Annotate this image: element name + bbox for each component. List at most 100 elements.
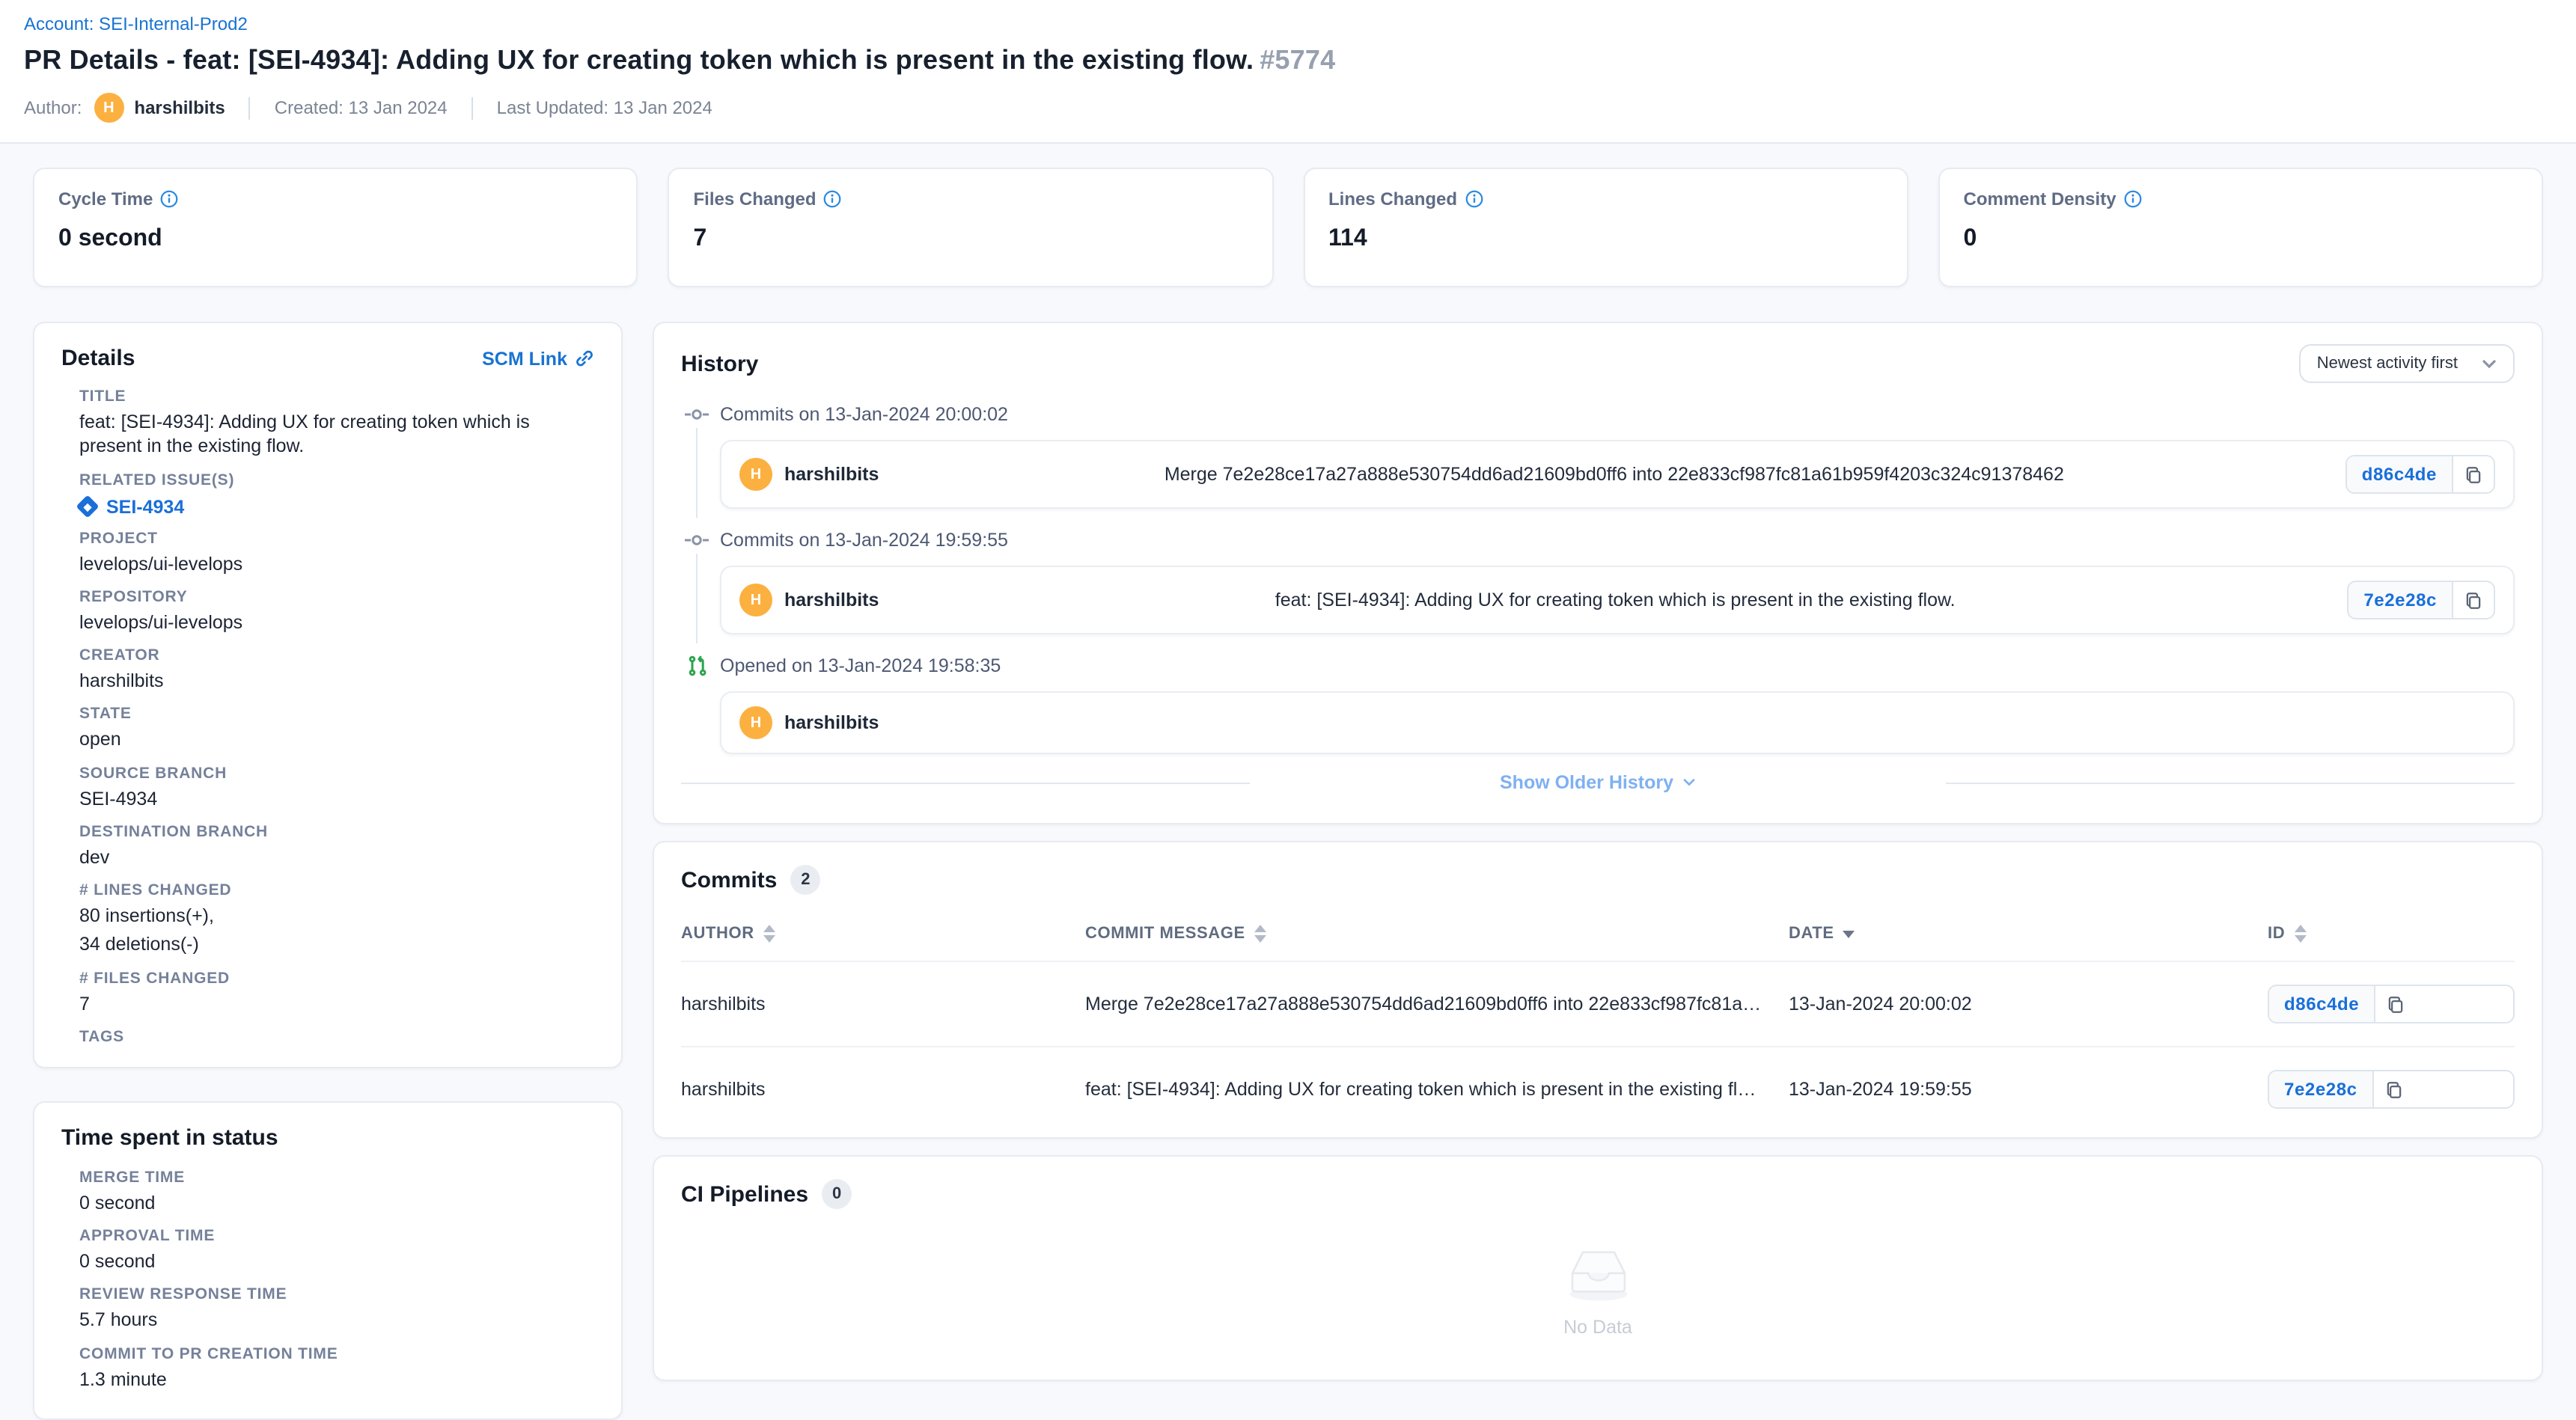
empty-state: No Data — [681, 1218, 2515, 1353]
commits-heading: Commits — [681, 867, 777, 893]
commit-author-name: harshilbits — [784, 590, 879, 610]
avatar: H — [739, 706, 772, 739]
time-in-status-card: Time spent in status MERGE TIME 0 second… — [33, 1101, 623, 1420]
copy-icon[interactable] — [2452, 456, 2494, 492]
commit-hash-button[interactable]: d86c4de — [2347, 456, 2452, 492]
commit-hash-group: 7e2e28c — [2347, 581, 2495, 619]
commit-message: Merge 7e2e28ce17a27a888e530754dd6ad21609… — [901, 464, 2328, 485]
commit-hash-button[interactable]: 7e2e28c — [2348, 582, 2452, 618]
commits-count-badge: 2 — [790, 865, 820, 895]
metric-card-files-changed: Files Changed 7 — [668, 168, 1274, 287]
cell-date: 13-Jan-2024 19:59:55 — [1789, 1079, 2268, 1100]
metric-value: 114 — [1328, 226, 1883, 253]
timeline-entry: Commits on 13-Jan-2024 19:59:55 H harshi… — [684, 527, 2515, 634]
cell-date: 13-Jan-2024 20:00:02 — [1789, 994, 2268, 1014]
divider — [681, 782, 1250, 783]
metric-label-row: Lines Changed — [1328, 189, 1883, 209]
detail-field-repository: REPOSITORY levelops/ui-levelops — [79, 588, 594, 635]
show-older-history-link[interactable]: Show Older History — [1500, 772, 1696, 793]
metric-value: 0 — [1964, 226, 2518, 253]
author-avatar: H — [94, 93, 123, 123]
metric-card-lines-changed: Lines Changed 114 — [1303, 168, 1908, 287]
cell-author: harshilbits — [681, 994, 1085, 1014]
metric-label: Lines Changed — [1328, 189, 1457, 209]
metric-label-row: Cycle Time — [58, 189, 613, 209]
pr-number: #5774 — [1260, 45, 1335, 75]
left-column: Details SCM Link TITLE feat: [SEI-4934]:… — [33, 322, 623, 1420]
time-in-status-heading: Time spent in status — [61, 1125, 594, 1151]
commit-author: H harshilbits — [739, 584, 883, 616]
commit-hash-button[interactable]: d86c4de — [2269, 986, 2374, 1022]
column-header-commit-message[interactable]: COMMIT MESSAGE — [1085, 925, 1789, 943]
info-icon[interactable] — [2124, 190, 2142, 208]
history-card: History Newest activity first Commits on… — [653, 322, 2543, 824]
page-title: PR Details - feat: [SEI-4934]: Adding UX… — [24, 45, 2552, 76]
column-header-id[interactable]: ID — [2268, 925, 2515, 943]
commit-author-name: harshilbits — [784, 464, 879, 485]
detail-field-lines-changed: # LINES CHANGED 80 insertions(+), 34 del… — [79, 881, 594, 957]
divider — [249, 97, 251, 119]
detail-field-state: STATE open — [79, 706, 594, 753]
info-icon[interactable] — [160, 190, 178, 208]
sort-carets-icon — [763, 925, 775, 943]
scm-link[interactable]: SCM Link — [482, 348, 594, 369]
sort-desc-icon — [1843, 930, 1855, 937]
metric-value: 7 — [694, 226, 1248, 253]
status-field-merge-time: MERGE TIME 0 second — [79, 1169, 594, 1216]
chevron-down-icon — [1682, 778, 1696, 787]
cell-commit-message: Merge 7e2e28ce17a27a888e530754dd6ad21609… — [1085, 994, 1789, 1014]
diamond-icon — [76, 495, 99, 518]
column-header-author[interactable]: AUTHOR — [681, 925, 1085, 943]
table-row: harshilbits feat: [SEI-4934]: Adding UX … — [681, 1046, 2515, 1131]
main-content: Cycle Time 0 second Files Changed 7 Line… — [0, 144, 2576, 1420]
account-breadcrumb-link[interactable]: Account: SEI-Internal-Prod2 — [24, 13, 248, 34]
sort-dropdown-label: Newest activity first — [2317, 355, 2458, 373]
empty-state-label: No Data — [1563, 1317, 1632, 1338]
commit-message: feat: [SEI-4934]: Adding UX for creating… — [901, 590, 2329, 610]
pr-details-page: Account: SEI-Internal-Prod2 PR Details -… — [0, 0, 2576, 1314]
status-field-review-response-time: REVIEW RESPONSE TIME 5.7 hours — [79, 1286, 594, 1333]
ci-pipelines-heading: CI Pipelines — [681, 1181, 808, 1207]
detail-field-files-changed: # FILES CHANGED 7 — [79, 969, 594, 1016]
commit-author: H harshilbits — [739, 706, 883, 739]
cell-id: 7e2e28c — [2268, 1070, 2515, 1109]
author-row: Author: H harshilbits Created: 13 Jan 20… — [24, 93, 2552, 142]
table-row: harshilbits Merge 7e2e28ce17a27a888e5307… — [681, 961, 2515, 1046]
commits-table-header: AUTHOR COMMIT MESSAGE DATE ID — [681, 904, 2515, 961]
avatar: H — [739, 584, 772, 616]
link-icon — [575, 349, 594, 368]
timeline-entry-label: Opened on 13-Jan-2024 19:58:35 — [720, 655, 1001, 676]
avatar: H — [739, 458, 772, 491]
copy-icon[interactable] — [2372, 1071, 2414, 1107]
right-column: History Newest activity first Commits on… — [653, 322, 2543, 1381]
column-header-date[interactable]: DATE — [1789, 925, 2268, 943]
metric-label: Cycle Time — [58, 189, 153, 209]
commit-hash-button[interactable]: 7e2e28c — [2269, 1071, 2372, 1107]
ci-pipelines-count-badge: 0 — [822, 1179, 852, 1209]
history-heading: History — [681, 351, 758, 376]
commit-author-name: harshilbits — [784, 712, 879, 733]
author-name: harshilbits — [134, 97, 225, 118]
page-header: Account: SEI-Internal-Prod2 PR Details -… — [0, 0, 2576, 144]
show-older-row: Show Older History — [681, 772, 2515, 793]
copy-icon[interactable] — [2452, 582, 2494, 618]
page-title-text: PR Details - feat: [SEI-4934]: Adding UX… — [24, 45, 1254, 75]
sort-carets-icon — [2294, 925, 2306, 943]
commit-hash-group: d86c4de — [2268, 985, 2515, 1023]
git-commit-icon — [684, 528, 709, 551]
info-icon[interactable] — [824, 190, 842, 208]
cell-commit-message: feat: [SEI-4934]: Adding UX for creating… — [1085, 1079, 1789, 1100]
related-issue-link[interactable]: SEI-4934 — [106, 496, 184, 517]
commit-author: H harshilbits — [739, 458, 883, 491]
detail-field-project: PROJECT levelops/ui-levelops — [79, 529, 594, 576]
history-sort-dropdown[interactable]: Newest activity first — [2299, 344, 2515, 383]
divider — [1947, 782, 2515, 783]
history-timeline: Commits on 13-Jan-2024 20:00:02 H harshi… — [684, 401, 2515, 754]
history-commit-card: H harshilbits feat: [SEI-4934]: Adding U… — [720, 566, 2515, 634]
info-icon[interactable] — [1465, 190, 1483, 208]
commits-card: Commits 2 AUTHOR COMMIT MESSAGE — [653, 841, 2543, 1139]
copy-icon[interactable] — [2374, 986, 2416, 1022]
metric-label: Files Changed — [694, 189, 817, 209]
details-heading: Details — [61, 346, 135, 371]
metrics-row: Cycle Time 0 second Files Changed 7 Line… — [33, 168, 2543, 287]
